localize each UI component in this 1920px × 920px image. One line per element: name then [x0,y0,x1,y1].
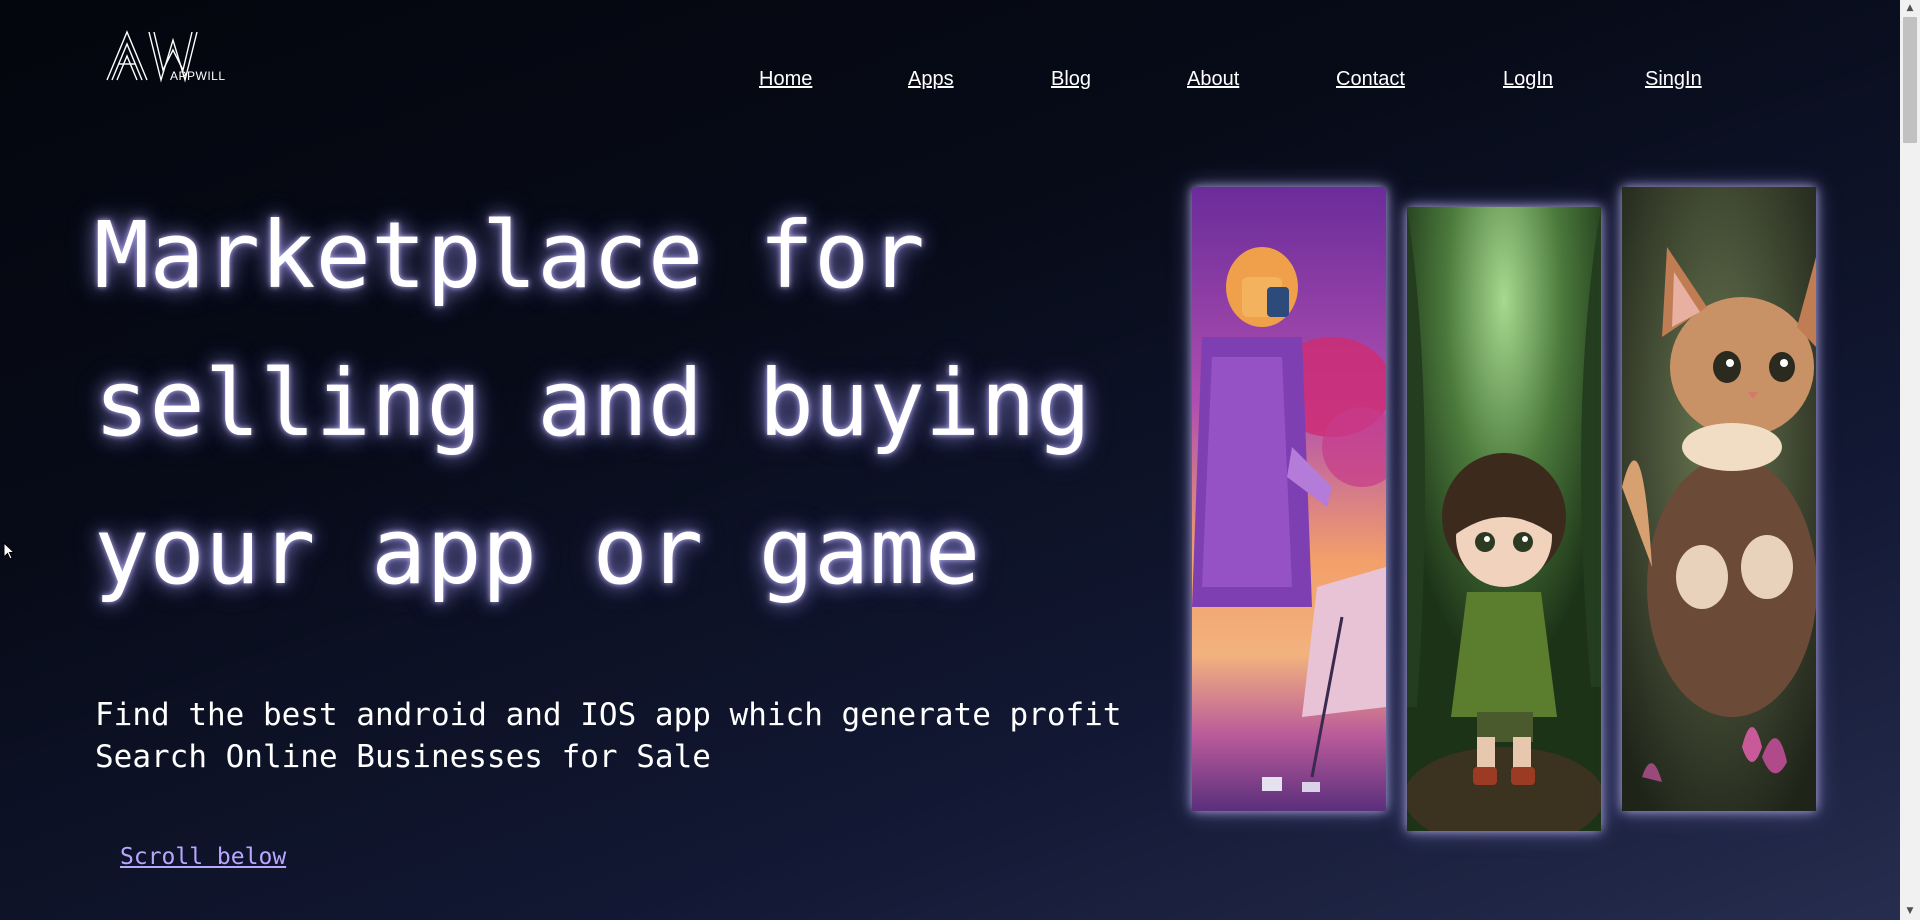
mouse-cursor-icon [3,542,15,560]
hero-title: Marketplace for selling and buying your … [94,182,1134,626]
scroll-below-link[interactable]: Scroll below [120,844,286,870]
nav-contact[interactable]: Contact [1336,68,1405,91]
nav-about[interactable]: About [1187,68,1239,91]
robot-painter-card[interactable] [1192,187,1386,811]
scroll-up-icon[interactable]: ▲ [1900,0,1920,17]
hero-subtitle-line: Search Online Businesses for Sale [95,739,711,775]
nav-login[interactable]: LogIn [1503,68,1553,91]
nav-signin[interactable]: SingIn [1645,68,1702,91]
scrollbar-thumb[interactable] [1903,17,1917,143]
page-scrollbar[interactable]: ▲ ▼ [1900,0,1920,920]
nav-apps[interactable]: Apps [908,68,954,91]
flying-cat-card[interactable] [1622,187,1816,811]
nav-home[interactable]: Home [759,68,812,91]
flying-cat-image [1622,187,1816,811]
scroll-down-icon[interactable]: ▼ [1900,903,1920,920]
girl-in-forest-image [1407,207,1601,831]
hero-title-line: selling and buying [94,350,1091,457]
main-nav: Home Apps Blog About Contact LogIn SingI… [0,68,1900,92]
hero-title-line: your app or game [94,498,981,605]
nav-blog[interactable]: Blog [1051,68,1091,91]
robot-painter-image [1192,187,1386,811]
hero-subtitle-line: Find the best android and IOS app which … [95,697,1122,733]
hero-title-line: Marketplace for [94,202,925,309]
girl-in-forest-card[interactable] [1407,207,1601,831]
hero-subtitle: Find the best android and IOS app which … [95,694,1122,778]
